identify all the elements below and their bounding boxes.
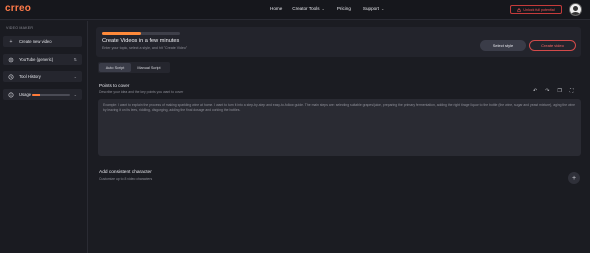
copy-icon[interactable]: ❐	[557, 88, 561, 94]
avatar[interactable]	[569, 3, 582, 16]
nav-home-link[interactable]: Home	[270, 6, 282, 11]
sidebar-item-label: Tool History	[19, 74, 41, 79]
usage-progress-bar	[32, 93, 70, 96]
nav-pricing-link[interactable]: Pricing	[337, 6, 351, 11]
tab-manual-script[interactable]: Manual Script	[131, 63, 167, 72]
sidebar-item-create-new-video[interactable]: + Create new video	[3, 36, 82, 47]
chevron-down-icon: ⌄	[381, 6, 385, 11]
unlock-label: Unlock full potential	[523, 7, 555, 12]
sidebar-item-tool-history[interactable]: Tool History ⌄	[3, 71, 82, 82]
sidebar-item-label: YouTube (generic)	[19, 57, 54, 62]
info-icon	[8, 92, 14, 98]
create-video-button[interactable]: Create video	[529, 40, 576, 51]
nav-support-menu[interactable]: Support ⌄	[363, 6, 384, 11]
sort-arrows-icon: ⇅	[73, 57, 77, 62]
script-tabs: Auto Script Manual Script	[98, 62, 170, 73]
undo-icon[interactable]: ↶	[533, 88, 537, 94]
select-style-button[interactable]: Select style	[480, 40, 526, 51]
sidebar-item-label: Usage	[19, 92, 32, 97]
sidebar-item-usage[interactable]: Usage ⌄	[3, 89, 82, 100]
points-subtitle: Describe your idea and the key points yo…	[99, 90, 184, 94]
card-title: Create Videos in a few minutes	[102, 38, 180, 44]
card-subtitle: Enter your topic, select a style, and hi…	[102, 46, 188, 50]
chevron-down-icon: ⌄	[73, 92, 77, 97]
tab-auto-script[interactable]: Auto Script	[99, 63, 131, 72]
points-textarea[interactable]: Example: I want to explain the process o…	[98, 99, 581, 156]
points-title: Points to cover	[99, 83, 130, 88]
settings-icon	[8, 57, 14, 63]
nav-support-label: Support	[362, 6, 379, 11]
logo[interactable]: crreo	[5, 3, 31, 14]
plus-icon: +	[9, 38, 13, 45]
plus-icon: +	[571, 174, 577, 182]
history-icon	[8, 74, 14, 80]
editor-toolbar: ↶ ↷ ❐ ⛶	[533, 88, 573, 94]
nav-creator-tools-label: Creator Tools	[292, 6, 320, 11]
unlock-button[interactable]: Unlock full potential	[510, 5, 562, 14]
lock-icon	[517, 7, 521, 12]
character-title: Add consistent character	[99, 170, 152, 175]
expand-icon[interactable]: ⛶	[570, 88, 574, 94]
step-progress-fill	[102, 32, 141, 35]
chevron-down-icon: ⌄	[321, 6, 325, 11]
sidebar-item-label: Create new video	[19, 39, 52, 44]
nav-creator-tools-menu[interactable]: Creator Tools ⌄	[292, 6, 325, 11]
sidebar-header: VIDEO MAKER	[6, 26, 34, 30]
step-progress-bar	[102, 32, 180, 35]
redo-icon[interactable]: ↷	[545, 88, 549, 94]
top-nav: crreo Home Creator Tools ⌄ Pricing Suppor…	[0, 0, 590, 20]
sidebar-item-youtube-generic[interactable]: YouTube (generic) ⇅	[3, 54, 82, 65]
chevron-down-icon: ⌄	[73, 74, 77, 79]
add-character-button[interactable]: +	[568, 172, 580, 184]
create-video-card: Create Videos in a few minutes Enter you…	[96, 27, 581, 57]
nav-links: Home Creator Tools ⌄ Pricing Support ⌄	[270, 6, 384, 11]
sidebar: VIDEO MAKER + Create new video YouTube (…	[0, 21, 88, 253]
character-subtitle: Customize up to 8 video characters	[99, 177, 153, 181]
usage-progress-fill	[32, 93, 40, 96]
